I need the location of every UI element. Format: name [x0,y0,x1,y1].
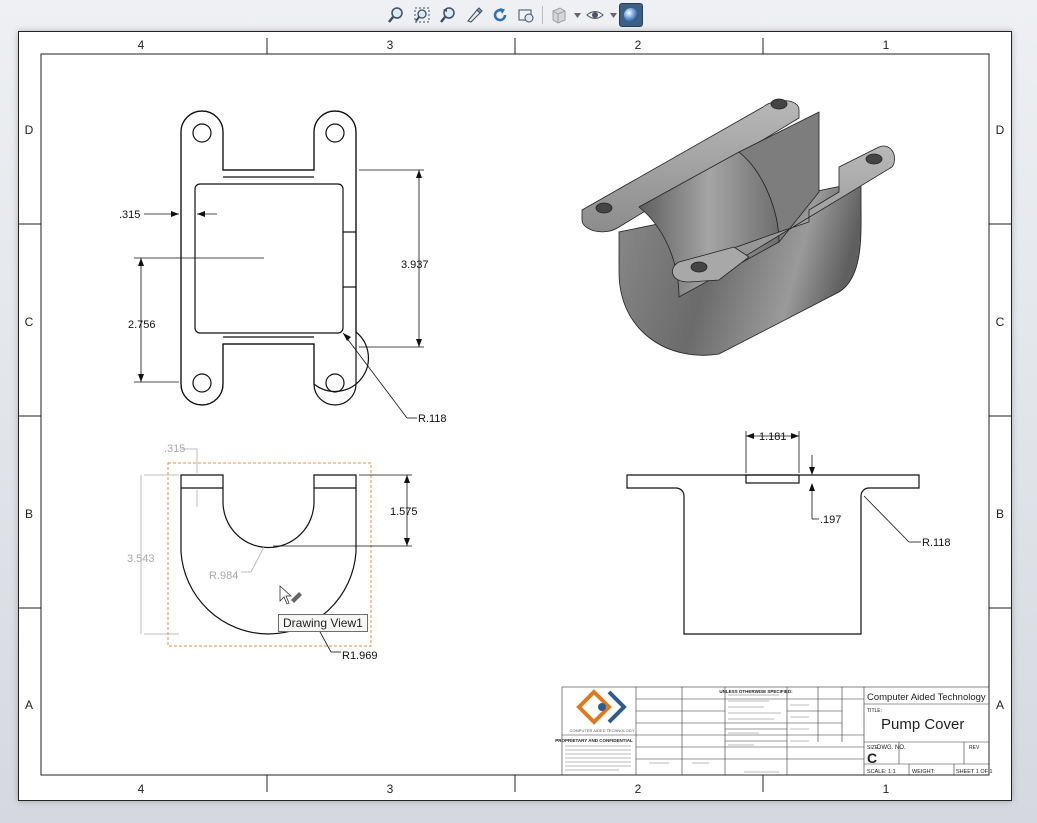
dim-flange-width[interactable]: 1.181 [759,431,787,443]
sheet-count: SHEET 1 OF 1 [956,769,993,775]
dim-wall-315[interactable]: .315 [164,443,185,455]
chevron-down-icon[interactable] [573,4,581,26]
zone-row-label: C [996,315,1005,329]
dim-inner-radius[interactable]: R.984 [209,570,238,582]
sheet-size: C [867,750,877,766]
toolbar-separator [542,6,543,24]
zone-col-label: 1 [883,38,890,52]
rev-label: REV [969,745,980,751]
zoom-to-fit-icon[interactable] [384,3,408,27]
cursor-icon [279,585,302,605]
hide-show-icon[interactable] [583,3,607,27]
drawing-title: Pump Cover [881,716,964,733]
drawing-sheet: 4 3 2 1 4 3 2 1 D C B A D C B A 3.937 2.… [18,31,1012,801]
isometric-view[interactable] [581,98,896,356]
zone-row-label: D [25,123,34,137]
zone-row-label: A [996,698,1004,712]
dim-depth-1575[interactable]: 1.575 [390,506,418,518]
zone-row-label: D [996,123,1005,137]
weight-label: WEIGHT: [912,769,935,775]
appearance-icon[interactable] [619,3,643,27]
zone-ticks [19,38,1011,792]
previous-view-icon[interactable] [436,3,460,27]
zone-row-label: B [996,507,1004,521]
top-view[interactable] [134,110,424,419]
zone-col-label: 3 [387,38,394,52]
sketch-pan-icon[interactable] [462,3,486,27]
scale-label: SCALE: 1:1 [867,769,896,775]
zone-col-label: 2 [635,38,642,52]
title-label: TITLE: [867,708,882,714]
zone-row-label: A [25,698,33,712]
zone-col-label: 2 [635,782,642,796]
drawing-view-tooltip: Drawing View1 [278,614,368,632]
zone-col-label: 4 [138,38,145,52]
display-style-icon[interactable] [547,3,571,27]
dim-wall-315[interactable]: .315 [119,209,140,221]
cat-logo: COMPUTER AIDED TECHNOLOGY [569,689,635,733]
dim-thickness[interactable]: .197 [820,514,841,526]
company-name: Computer Aided Technology [867,692,986,703]
zone-row-label: B [25,507,33,521]
zone-row-label: C [25,315,34,329]
dim-fillet-r118[interactable]: R.118 [922,537,951,549]
unless-specified-label: UNLESS OTHERWISE SPECIFIED: [719,689,793,694]
logo-text: COMPUTER AIDED TECHNOLOGY [569,728,634,733]
zone-col-label: 4 [138,782,145,796]
chevron-down-icon[interactable] [609,4,617,26]
dim-height-3543[interactable]: 3.543 [127,553,155,565]
zoom-to-area-icon[interactable] [410,3,434,27]
right-view[interactable] [626,431,921,635]
zone-col-label: 3 [387,782,394,796]
zone-col-label: 1 [883,782,890,796]
dim-fillet-r118[interactable]: R.118 [418,413,447,425]
sheet-inner-border [40,53,990,776]
rotate-view-icon[interactable] [488,3,512,27]
dim-outer-radius[interactable]: R1.969 [342,650,377,662]
proprietary-label: PROPRIETARY AND CONFIDENTIAL [555,738,633,743]
dwg-no-label: DWG. NO. [877,745,906,751]
heads-up-view-toolbar [384,2,643,28]
dim-height-3937[interactable]: 3.937 [401,259,429,271]
view-settings-icon[interactable] [514,3,538,27]
dim-offset-2756[interactable]: 2.756 [128,319,156,331]
